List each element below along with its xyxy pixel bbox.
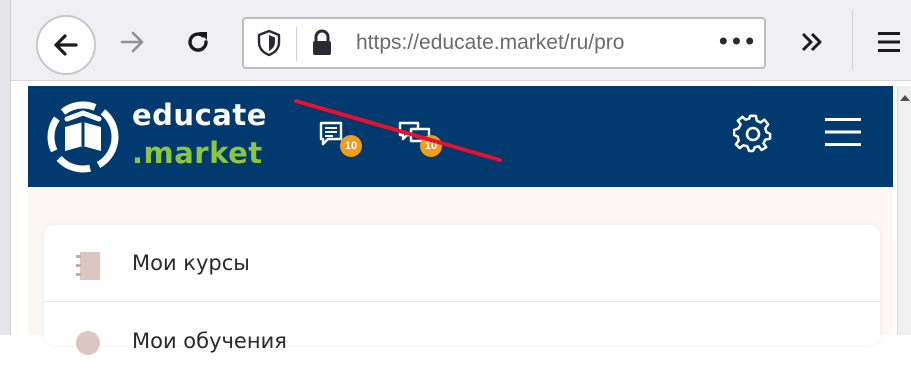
browser-menu-button[interactable]: [870, 20, 911, 64]
logo-icon[interactable]: [45, 93, 125, 183]
logo-text-market[interactable]: .market: [132, 136, 263, 170]
lock-icon[interactable]: [310, 29, 334, 61]
forward-button[interactable]: [110, 20, 154, 64]
window-left-edge: [0, 0, 11, 335]
messages-notification[interactable]: 10: [318, 120, 368, 160]
arrow-left-icon: [54, 34, 78, 56]
menu-item-my-courses[interactable]: Мои курсы: [44, 225, 880, 302]
back-button[interactable]: [36, 15, 96, 75]
menu-item-label: Мои курсы: [132, 251, 250, 275]
toolbar-overflow-button[interactable]: [790, 20, 834, 64]
url-divider: [296, 27, 297, 61]
user-icon: [76, 331, 100, 355]
notification-badge: 10: [420, 135, 442, 157]
url-text[interactable]: https://educate.market/ru/pro: [356, 31, 711, 55]
user-menu-card: Мои курсы Мои обучения: [44, 225, 880, 355]
reload-button[interactable]: [176, 20, 220, 64]
address-bar[interactable]: https://educate.market/ru/pro •••: [242, 17, 766, 69]
reload-icon: [188, 32, 208, 52]
gear-icon: [732, 114, 772, 153]
page-actions-menu[interactable]: •••: [716, 25, 756, 61]
shield-icon[interactable]: [256, 29, 282, 61]
settings-button[interactable]: [732, 114, 777, 158]
page-scrollbar[interactable]: [897, 86, 911, 335]
hamburger-icon: [878, 32, 900, 52]
notification-badge: 10: [340, 135, 362, 157]
site-header: educate .market 10 10: [28, 86, 893, 187]
notebook-icon: [76, 252, 100, 280]
site-menu-button[interactable]: [823, 114, 867, 158]
chat-notification[interactable]: 10: [398, 120, 448, 160]
browser-toolbar: https://educate.market/ru/pro •••: [0, 0, 911, 81]
menu-item-my-trainings[interactable]: Мои обучения: [44, 303, 880, 379]
logo-text-educate[interactable]: educate: [132, 98, 267, 132]
arrow-right-icon: [120, 31, 144, 53]
menu-item-label: Мои обучения: [132, 329, 287, 353]
scroll-up-arrow-icon[interactable]: [899, 92, 911, 104]
chevron-double-right-icon: [801, 32, 822, 52]
hamburger-icon: [825, 118, 861, 146]
toolbar-separator: [852, 10, 853, 70]
